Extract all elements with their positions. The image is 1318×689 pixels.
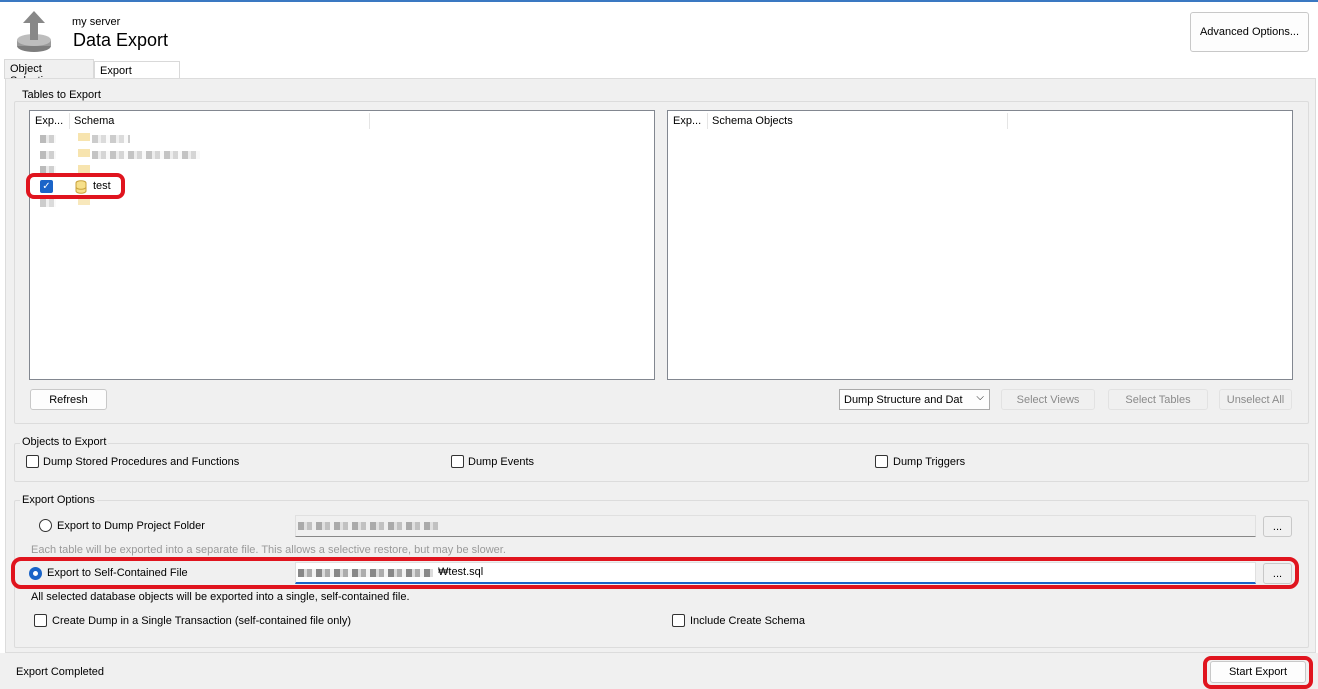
column-header-export[interactable]: Exp...	[673, 115, 701, 127]
select-views-button[interactable]: Select Views	[1001, 389, 1095, 410]
schema-objects-list[interactable]: Exp... Schema Objects	[667, 110, 1293, 380]
single-transaction-checkbox[interactable]	[34, 614, 47, 627]
group-label: Export Options	[20, 494, 97, 506]
dump-folder-path-input[interactable]	[295, 515, 1256, 537]
highlight-test-row	[26, 173, 125, 199]
dump-routines-checkbox[interactable]	[26, 455, 39, 468]
dump-routines-label: Dump Stored Procedures and Functions	[43, 456, 240, 468]
dump-triggers-label: Dump Triggers	[893, 456, 966, 468]
export-status: Export Completed	[16, 666, 105, 678]
column-header-schema-objects[interactable]: Schema Objects	[712, 115, 793, 127]
dump-folder-radio[interactable]	[39, 519, 52, 532]
server-name: my server	[72, 16, 121, 28]
group-label: Objects to Export	[20, 436, 109, 448]
single-transaction-label: Create Dump in a Single Transaction (sel…	[52, 615, 351, 627]
export-upload-icon	[14, 10, 54, 54]
self-contained-hint: All selected database objects will be ex…	[31, 591, 410, 603]
footer-bar	[0, 653, 1318, 689]
chevron-down-icon: ⌵	[976, 392, 984, 403]
dump-events-label: Dump Events	[468, 456, 535, 468]
column-header-schema[interactable]: Schema	[74, 115, 114, 127]
dump-folder-label: Export to Dump Project Folder	[57, 520, 205, 532]
dump-folder-browse-button[interactable]: ...	[1263, 516, 1292, 537]
column-header-export[interactable]: Exp...	[35, 115, 63, 127]
window-top-border	[0, 0, 1318, 2]
include-create-schema-label: Include Create Schema	[690, 615, 805, 627]
page-title: Data Export	[73, 30, 169, 50]
highlight-start-export	[1203, 656, 1313, 689]
refresh-button[interactable]: Refresh	[30, 389, 107, 410]
schema-list[interactable]: Exp... Schema ✓ test	[29, 110, 655, 380]
dump-mode-value: Dump Structure and Dat	[844, 393, 963, 406]
select-tables-button[interactable]: Select Tables	[1108, 389, 1208, 410]
tab-export-progress[interactable]: Export Progress	[94, 61, 180, 89]
include-create-schema-checkbox[interactable]	[672, 614, 685, 627]
dump-events-checkbox[interactable]	[451, 455, 464, 468]
unselect-all-button[interactable]: Unselect All	[1219, 389, 1292, 410]
dump-triggers-checkbox[interactable]	[875, 455, 888, 468]
advanced-options-button[interactable]: Advanced Options...	[1190, 12, 1309, 52]
group-label: Tables to Export	[20, 89, 103, 101]
dump-mode-select[interactable]: Dump Structure and Dat ⌵	[839, 389, 990, 410]
highlight-self-contained-row	[11, 557, 1299, 589]
tab-object-selection[interactable]: Object Selection	[4, 59, 94, 87]
dump-folder-hint: Each table will be exported into a separ…	[31, 544, 506, 556]
